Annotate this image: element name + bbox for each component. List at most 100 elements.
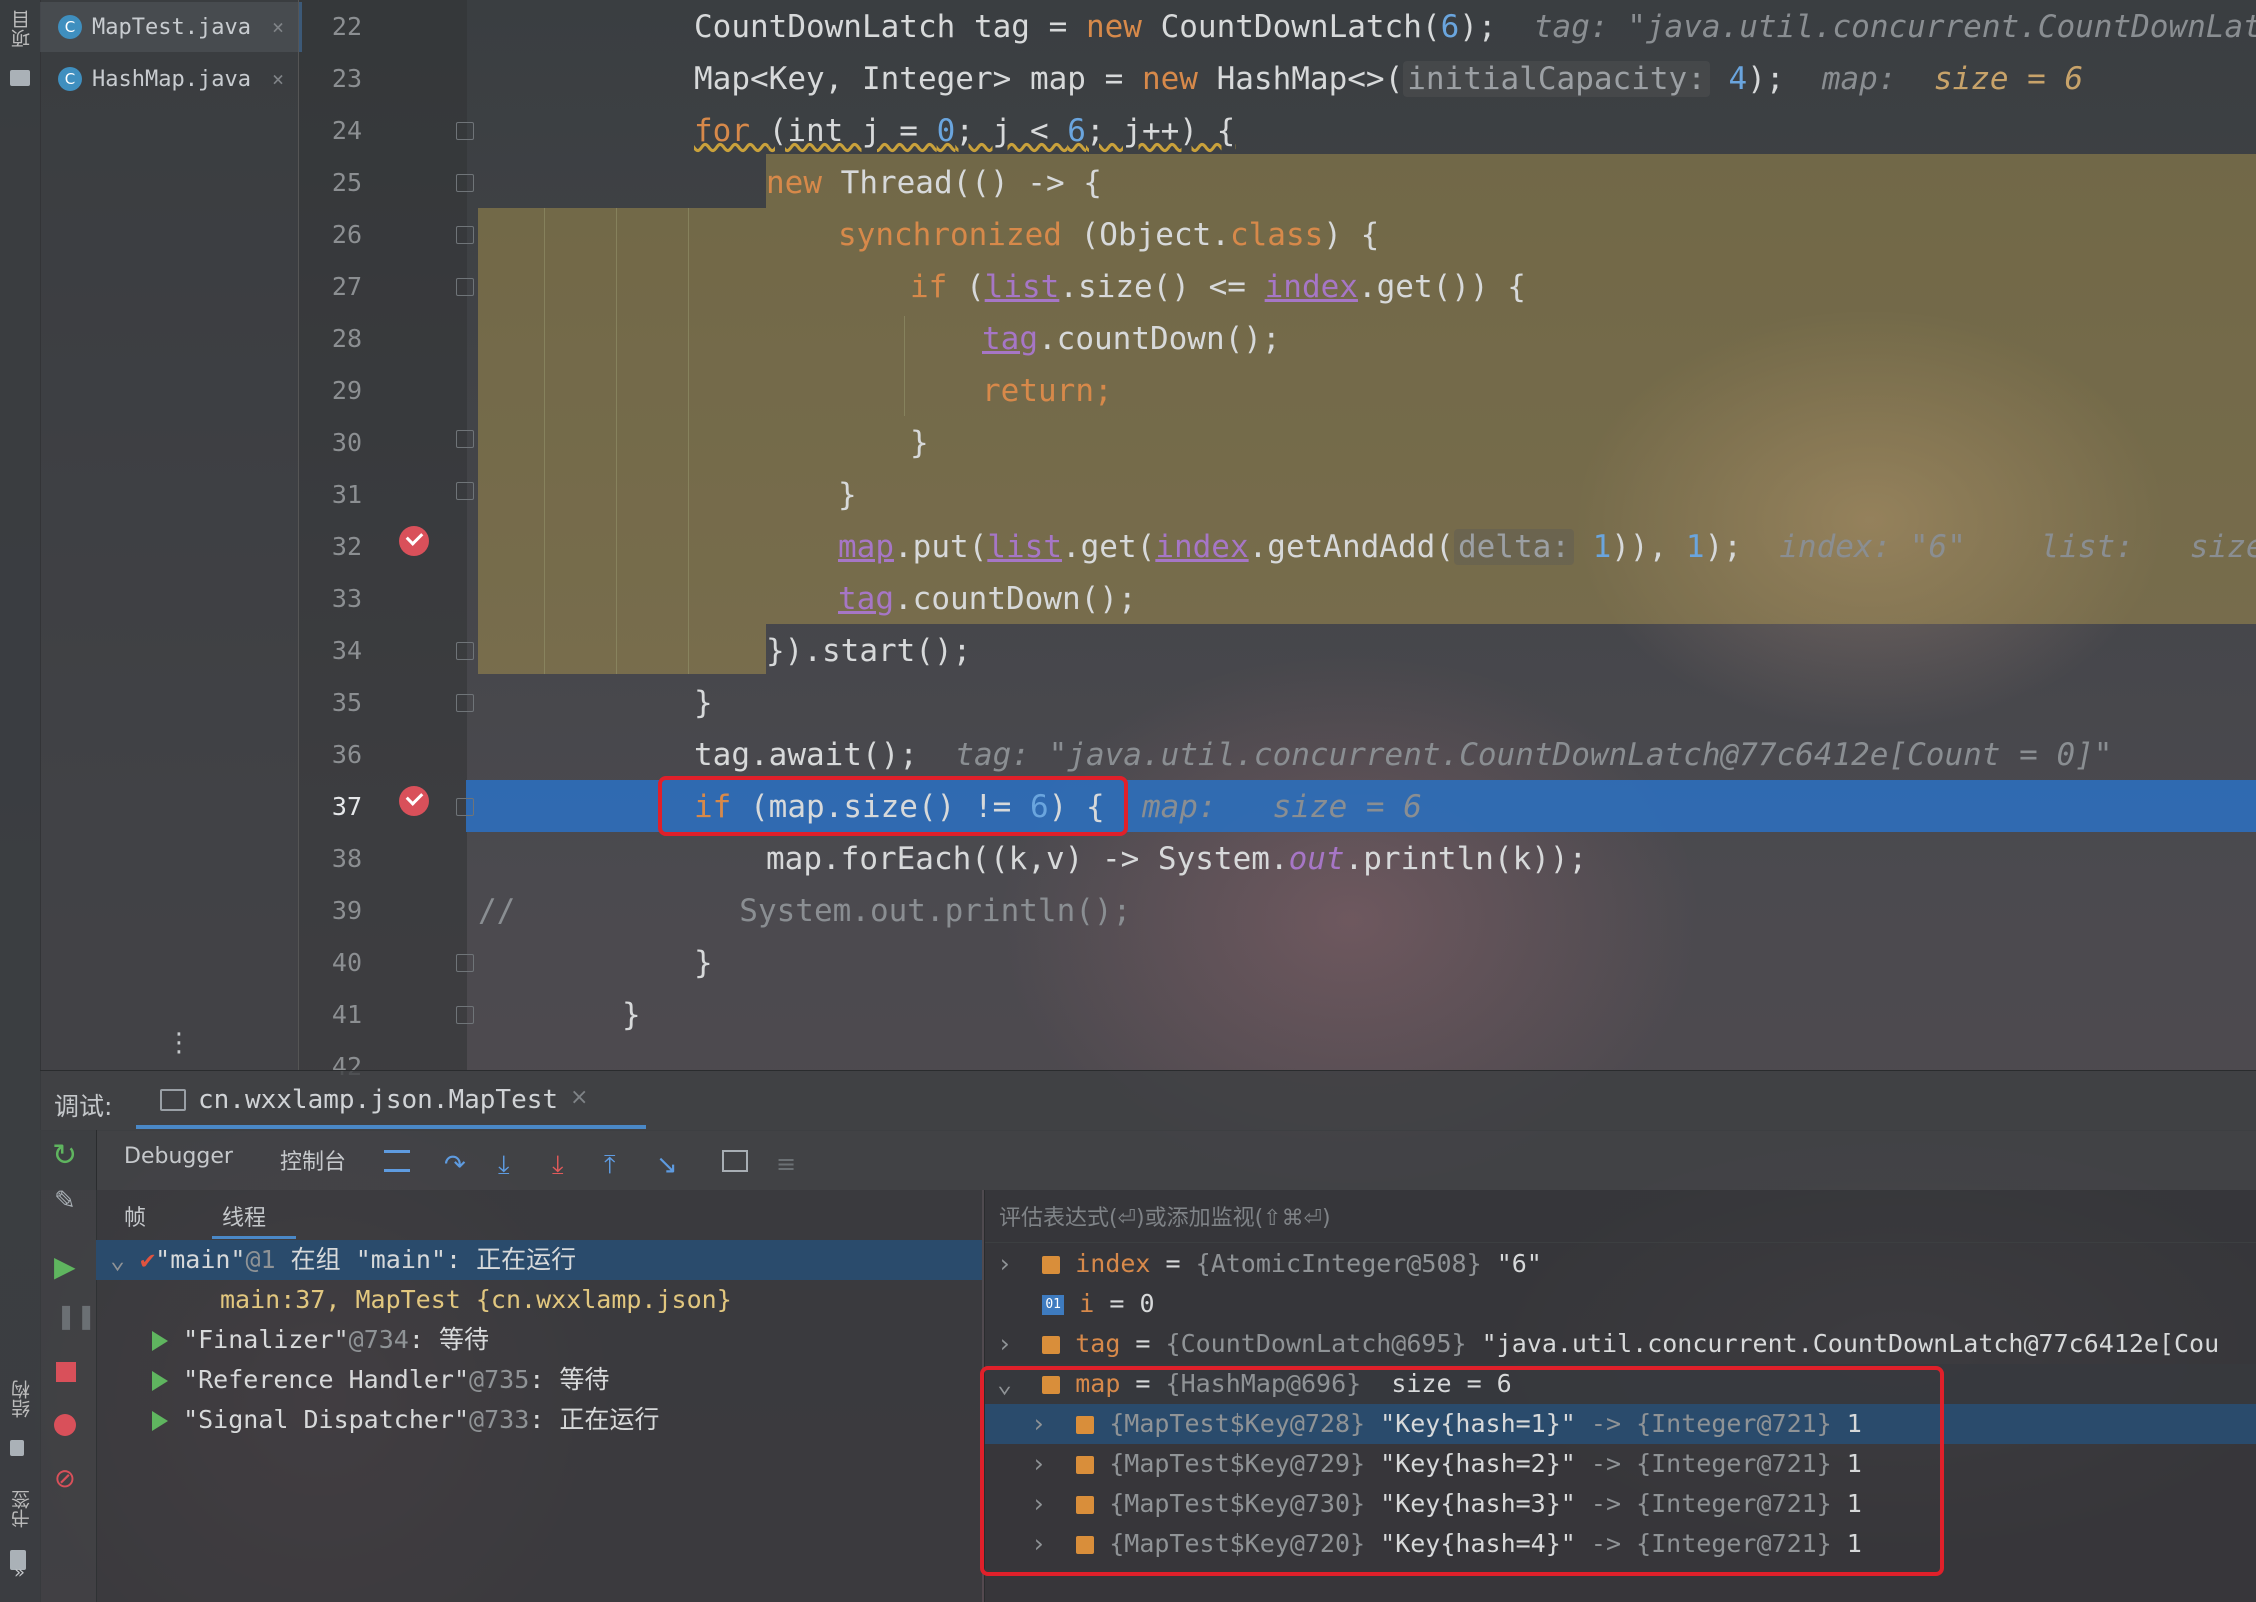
pause-icon: ❚❚	[56, 1302, 97, 1330]
project-tool-label[interactable]: 项目	[8, 10, 35, 48]
fold-icon[interactable]	[456, 482, 474, 500]
close-icon[interactable]: ×	[272, 67, 284, 91]
more-options-icon[interactable]: ⋮	[166, 1028, 192, 1058]
var-row-index[interactable]: › index = {AtomicInteger@508} "6"	[997, 1244, 1542, 1284]
line-number: 38	[331, 844, 362, 873]
folder-icon[interactable]	[10, 70, 30, 86]
fold-icon[interactable]	[456, 798, 474, 816]
code-line-24: for (int j = 0; j < 6; j++) {	[694, 113, 1236, 149]
line-number: 25	[331, 168, 362, 197]
structure-icon[interactable]	[10, 1440, 24, 1456]
thread-row-reference-handler[interactable]: "Reference Handler"@735: 等待	[152, 1360, 609, 1400]
tab-hashmap[interactable]: C HashMap.java ×	[40, 54, 298, 104]
bookmarks-tool-label[interactable]: 书签	[8, 1490, 35, 1528]
fold-icon[interactable]	[456, 1006, 474, 1024]
var-row-tag[interactable]: › tag = {CountDownLatch@695} "java.util.…	[997, 1324, 2219, 1364]
close-icon[interactable]: ×	[570, 1085, 588, 1110]
fold-icon[interactable]	[456, 694, 474, 712]
frame-row[interactable]: main:37, MapTest {cn.wxxlamp.json}	[220, 1280, 732, 1320]
close-icon[interactable]: ×	[272, 15, 284, 39]
resume-icon[interactable]: ▶	[54, 1250, 76, 1283]
mute-breakpoints-icon[interactable]: ⊘	[54, 1464, 76, 1494]
fold-icon[interactable]	[456, 642, 474, 660]
fold-icon[interactable]	[456, 278, 474, 296]
fold-icon[interactable]	[456, 174, 474, 192]
tab-label: MapTest.java	[92, 14, 251, 40]
breakpoint-icon[interactable]	[399, 786, 429, 816]
session-tab[interactable]: cn.wxxlamp.json.MapTest	[198, 1085, 558, 1115]
annotation-box-map	[980, 1366, 1944, 1576]
line-number: 27	[331, 272, 362, 301]
divider	[985, 1242, 2256, 1243]
thread-row-main[interactable]: ⌄ ✔"main"@1 在组 "main": 正在运行	[110, 1240, 576, 1280]
line-number: 31	[331, 480, 362, 509]
line-number: 29	[331, 376, 362, 405]
debug-left-toolbar: ↻ ✎ ▶ ❚❚ ⊘	[40, 1130, 97, 1602]
line-number: 28	[331, 324, 362, 353]
file-tabs-panel: C MapTest.java × C HashMap.java × ⋮	[40, 0, 302, 1070]
code-line-23: Map<Key, Integer> map = new HashMap<>(in…	[694, 61, 2084, 97]
step-into-icon[interactable]: ⤓	[498, 1150, 524, 1180]
session-icon	[160, 1089, 186, 1111]
structure-tool-label[interactable]: 结构	[8, 1380, 35, 1418]
code-line-34: }).start();	[766, 633, 972, 669]
thread-running-icon	[152, 1411, 168, 1431]
code-line-41: }	[622, 997, 641, 1033]
line-number: 37	[331, 792, 362, 821]
code-editor[interactable]: CountDownLatch tag = new CountDownLatch(…	[466, 0, 2256, 1070]
primitive-icon: 01	[1042, 1295, 1065, 1315]
code-line-33: tag.countDown();	[838, 581, 1137, 617]
subtab-underline	[212, 1236, 296, 1239]
chevron-right-icon[interactable]: ›	[997, 1329, 1042, 1358]
code-line-31: }	[838, 477, 857, 513]
chevron-down-icon[interactable]: ⌄	[110, 1245, 140, 1274]
code-line-29: return;	[982, 373, 1113, 409]
thread-running-icon	[152, 1331, 168, 1351]
code-line-28: tag.countDown();	[982, 321, 1281, 357]
more-tools-button[interactable]: »	[14, 1562, 25, 1583]
force-step-into-icon[interactable]: ⤓	[552, 1150, 578, 1180]
view-breakpoints-icon[interactable]	[54, 1414, 76, 1436]
step-over-icon[interactable]: ↷	[444, 1150, 470, 1180]
var-row-i[interactable]: 01 i = 0	[997, 1284, 1155, 1324]
stop-icon[interactable]	[56, 1362, 76, 1382]
tab-console[interactable]: 控制台	[280, 1144, 346, 1176]
run-to-cursor-icon[interactable]: ↘	[656, 1150, 682, 1180]
tab-label: HashMap.java	[92, 66, 251, 92]
tab-maptest[interactable]: C MapTest.java ×	[40, 2, 302, 52]
threads-panel: 帧 线程 ⌄ ✔"main"@1 在组 "main": 正在运行 main:37…	[96, 1190, 982, 1602]
threads-view-icon[interactable]	[384, 1150, 410, 1172]
line-number: 24	[331, 116, 362, 145]
tab-debugger[interactable]: Debugger	[124, 1144, 233, 1169]
line-number: 23	[331, 64, 362, 93]
settings-wrench-icon[interactable]: ✎	[54, 1186, 76, 1216]
trace-icon: ≡	[776, 1150, 797, 1178]
subtab-frames[interactable]: 帧	[124, 1200, 146, 1232]
line-number: 40	[331, 948, 362, 977]
code-line-40: }	[694, 945, 713, 981]
thread-row-signal-dispatcher[interactable]: "Signal Dispatcher"@733: 正在运行	[152, 1400, 659, 1440]
breakpoint-icon[interactable]	[399, 526, 429, 556]
fold-icon[interactable]	[456, 226, 474, 244]
fold-icon[interactable]	[456, 954, 474, 972]
left-tool-strip: 项目 结构 书签 »	[0, 0, 41, 1602]
step-out-icon[interactable]: ⤒	[604, 1150, 630, 1180]
code-line-25: new Thread(() -> {	[766, 165, 1102, 201]
line-number: 32	[331, 532, 362, 561]
code-line-22: CountDownLatch tag = new CountDownLatch(…	[694, 9, 2256, 45]
fold-icon[interactable]	[456, 122, 474, 140]
thread-row-finalizer[interactable]: "Finalizer"@734: 等待	[152, 1320, 489, 1360]
java-class-icon: C	[58, 67, 82, 91]
subtab-threads[interactable]: 线程	[222, 1200, 266, 1232]
fold-icon[interactable]	[456, 430, 474, 448]
annotation-box-condition	[658, 776, 1128, 836]
evaluate-expression-input[interactable]: 评估表达式(⏎)或添加监视(⇧⌘⏎)	[999, 1200, 1331, 1232]
line-number: 36	[331, 740, 362, 769]
rerun-icon[interactable]: ↻	[52, 1138, 77, 1173]
field-icon	[1042, 1336, 1061, 1354]
line-number: 35	[331, 688, 362, 717]
debug-tool-header: 调试: cn.wxxlamp.json.MapTest ×	[40, 1070, 2256, 1131]
chevron-right-icon[interactable]: ›	[997, 1249, 1042, 1278]
line-number: 26	[331, 220, 362, 249]
evaluate-expression-icon[interactable]	[722, 1150, 748, 1172]
